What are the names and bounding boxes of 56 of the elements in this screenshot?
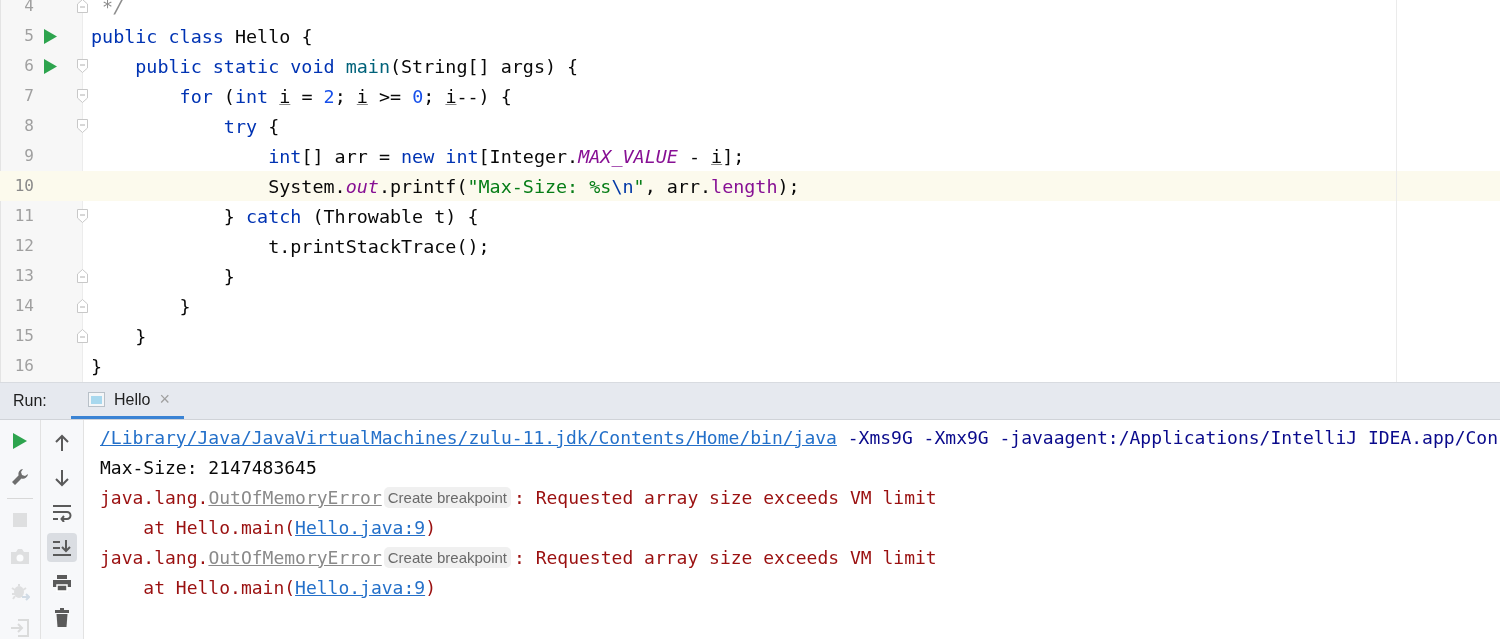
line-number: 7 bbox=[23, 85, 34, 107]
fold-icon[interactable] bbox=[77, 329, 88, 343]
console-tab[interactable]: Hello × bbox=[71, 383, 184, 419]
code-line: try { bbox=[222, 115, 280, 137]
breakpoint-hint[interactable]: Create breakpoint bbox=[383, 486, 511, 508]
line-number: 14 bbox=[13, 295, 34, 317]
line-number: 9 bbox=[23, 145, 34, 167]
line-number: 13 bbox=[13, 265, 34, 287]
run-icon[interactable] bbox=[44, 58, 57, 74]
command-text: -Xms9G -Xmx9G -javaagent:/Applications/IntelliJ IDEA.app/Con bbox=[846, 426, 1498, 448]
line-number: 15 bbox=[13, 325, 34, 347]
error-text: : Requested array size exceeds VM limit bbox=[514, 546, 937, 568]
line-number: 4 bbox=[23, 0, 34, 17]
fold-icon[interactable] bbox=[77, 59, 88, 73]
fold-icon[interactable] bbox=[77, 0, 88, 13]
line-number: 6 bbox=[23, 55, 34, 77]
code-line: System.out.printf("Max-Size: %s\n", arr.length); bbox=[267, 175, 800, 197]
line-number: 8 bbox=[23, 115, 34, 137]
code-line: for (int i = 2; i >= 0; i--) { bbox=[178, 85, 512, 107]
file-link[interactable]: Hello.java:9 bbox=[295, 576, 426, 598]
error-text: ) bbox=[425, 516, 436, 538]
line-number: 12 bbox=[13, 235, 34, 257]
error-text: java.lang. bbox=[100, 546, 209, 568]
code-line: public class Hello { bbox=[91, 25, 313, 47]
line-number: 16 bbox=[13, 355, 34, 377]
line-number: 5 bbox=[23, 25, 34, 47]
fold-icon[interactable] bbox=[77, 209, 88, 223]
code-line: } bbox=[91, 355, 103, 377]
code-line: } bbox=[222, 265, 235, 287]
code-line: public static void main(String[] args) { bbox=[134, 55, 579, 77]
run-icon[interactable] bbox=[44, 28, 57, 44]
line-number: 11 bbox=[13, 205, 34, 227]
fold-icon[interactable] bbox=[77, 89, 88, 103]
error-text: : Requested array size exceeds VM limit bbox=[514, 486, 937, 508]
error-text: at Hello.main( bbox=[142, 516, 296, 538]
exception-class-link[interactable]: OutOfMemoryError bbox=[208, 546, 382, 568]
error-text: at Hello.main( bbox=[142, 576, 296, 598]
output-text: Max-Size: 2147483645 bbox=[100, 456, 317, 478]
error-text: java.lang. bbox=[100, 486, 209, 508]
code-line: } catch (Throwable t) { bbox=[222, 205, 479, 227]
code-line: int[] arr = new int[Integer.MAX_VALUE - i]; bbox=[267, 145, 745, 167]
code-line: t.printStackTrace(); bbox=[267, 235, 490, 257]
error-text: ) bbox=[425, 576, 436, 598]
window-icon bbox=[88, 392, 105, 408]
breakpoint-hint[interactable]: Create breakpoint bbox=[383, 546, 511, 568]
code-line: } bbox=[134, 325, 147, 347]
exception-class-link[interactable]: OutOfMemoryError bbox=[208, 486, 382, 508]
fold-icon[interactable] bbox=[77, 299, 88, 313]
panel-label: Run: bbox=[12, 391, 48, 412]
line-number: 10 bbox=[13, 175, 34, 197]
fold-icon[interactable] bbox=[77, 269, 88, 283]
file-link[interactable]: Hello.java:9 bbox=[295, 516, 426, 538]
fold-icon[interactable] bbox=[77, 119, 88, 133]
scroll-to-end-icon[interactable] bbox=[47, 533, 77, 562]
code-line: } bbox=[178, 295, 191, 317]
file-link[interactable]: /Library/Java/JavaVirtualMachines/zulu-11.jdk/Contents/Home/bin/java bbox=[100, 426, 837, 448]
